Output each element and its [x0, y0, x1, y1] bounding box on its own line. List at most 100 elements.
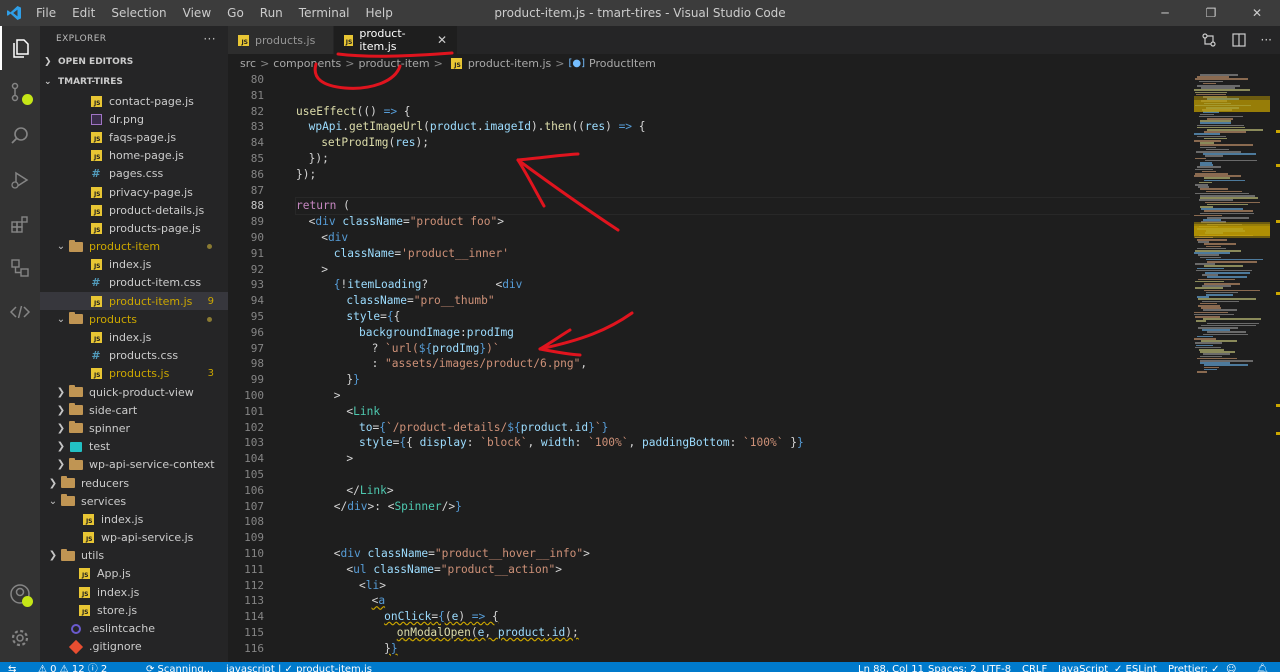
code-lines[interactable]: useEffect(() => { wpApi.getImageUrl(prod… [295, 72, 1190, 657]
tree-item[interactable]: JS index.js [40, 328, 228, 346]
code-line[interactable]: }); [296, 167, 1190, 183]
code-line[interactable]: ? `url(${prodImg})` [296, 341, 1190, 357]
tree-item[interactable]: # pages.css [40, 165, 228, 183]
tree-item[interactable]: JS wp-api-service.js [40, 529, 228, 547]
tree-item[interactable]: ❯ wp-api-service-context [40, 456, 228, 474]
code-line[interactable] [296, 467, 1190, 483]
tree-item[interactable]: JS privacy-page.js [40, 183, 228, 201]
tree-item[interactable]: JS products.js 3 [40, 365, 228, 383]
extensions-activity-button[interactable] [0, 202, 40, 246]
tree-item[interactable]: JS product-item.js 9 [40, 292, 228, 311]
tree-item[interactable]: ⌄ product-item [40, 238, 228, 256]
code-line[interactable]: {!itemLoading? <div [296, 277, 1190, 293]
menu-file[interactable]: File [28, 0, 64, 26]
accounts-activity-button[interactable] [0, 572, 40, 616]
code-line[interactable]: useEffect(() => { [296, 104, 1190, 120]
breadcrumb-symbol[interactable]: ProductItem [589, 57, 656, 70]
code-line[interactable]: <ul className="product__action"> [296, 562, 1190, 578]
code-line[interactable]: > [296, 388, 1190, 404]
explorer-more-button[interactable]: ··· [203, 32, 216, 46]
status-encoding[interactable]: UTF-8 [982, 662, 1011, 672]
menu-selection[interactable]: Selection [103, 0, 174, 26]
code-line[interactable]: <Link [296, 404, 1190, 420]
tree-item[interactable]: JS App.js [40, 565, 228, 583]
tree-item[interactable]: JS home-page.js [40, 147, 228, 165]
code-activity-button[interactable] [0, 290, 40, 334]
close-tab-icon[interactable]: ✕ [437, 33, 447, 47]
more-actions-icon[interactable]: ··· [1261, 33, 1272, 47]
tab-product-item-js[interactable]: JS product-item.js ✕ [334, 26, 458, 54]
tree-item[interactable]: ⌄ services [40, 492, 228, 510]
code-line[interactable] [296, 72, 1190, 88]
menu-go[interactable]: Go [219, 0, 252, 26]
tree-item[interactable]: ❯ quick-product-view [40, 383, 228, 401]
feedback-icon[interactable]: ☺ [1226, 662, 1236, 672]
code-line[interactable]: wpApi.getImageUrl(product.imageId).then(… [296, 119, 1190, 135]
status-cursor-position[interactable]: Ln 88, Col 11 [858, 662, 924, 672]
code-line[interactable] [296, 514, 1190, 530]
code-line[interactable]: className="pro__thumb" [296, 293, 1190, 309]
explorer-activity-button[interactable] [0, 26, 40, 70]
tree-item[interactable]: # product-item.css [40, 274, 228, 292]
menu-terminal[interactable]: Terminal [291, 0, 358, 26]
tree-item[interactable]: JS contact-page.js [40, 92, 228, 110]
tree-item[interactable]: JS product-details.js [40, 201, 228, 219]
code-line[interactable]: }} [296, 641, 1190, 657]
code-line[interactable]: }} [296, 372, 1190, 388]
code-line[interactable] [296, 88, 1190, 104]
tree-item[interactable]: ❯ reducers [40, 474, 228, 492]
code-line[interactable]: > [296, 451, 1190, 467]
status-language-mode[interactable]: JavaScript [1058, 662, 1108, 672]
code-line[interactable]: style={{ [296, 309, 1190, 325]
breadcrumb-src[interactable]: src [240, 57, 256, 70]
code-line[interactable]: : "assets/images/product/6.png", [296, 356, 1190, 372]
project-section[interactable]: ⌄ TMART-TIRES [40, 72, 228, 92]
open-editors-section[interactable]: ❯ OPEN EDITORS [40, 52, 228, 72]
status-problems[interactable]: ⚠ 0 ⚠ 12 ⓘ 2 [38, 662, 107, 672]
code-line[interactable]: backgroundImage:prodImg [296, 325, 1190, 341]
tree-item[interactable]: ⌄ products [40, 310, 228, 328]
tree-item[interactable]: ❯ utils [40, 547, 228, 565]
code-line[interactable]: </div>: <Spinner/>} [296, 499, 1190, 515]
tree-item[interactable]: ❯ spinner [40, 419, 228, 437]
source-control-activity-button[interactable] [0, 70, 40, 114]
code-line[interactable]: > [296, 262, 1190, 278]
tree-item[interactable]: JS products-page.js [40, 219, 228, 237]
tree-item[interactable]: JS index.js [40, 510, 228, 528]
search-activity-button[interactable] [0, 114, 40, 158]
code-line[interactable] [296, 183, 1190, 199]
breadcrumb-product-item[interactable]: product-item [358, 57, 429, 70]
breadcrumb-file[interactable]: product-item.js [468, 57, 551, 70]
code-line[interactable]: style={{ display: `block`, width: `100%`… [296, 435, 1190, 451]
split-editor-icon[interactable] [1231, 32, 1247, 48]
tab-products-js[interactable]: JS products.js [228, 26, 334, 54]
tree-item[interactable]: .eslintcache [40, 619, 228, 637]
tree-item[interactable]: ❯ side-cart [40, 401, 228, 419]
tree-item[interactable]: JS index.js [40, 583, 228, 601]
code-line[interactable]: className='product__inner' [296, 246, 1190, 262]
code-line[interactable]: <div [296, 230, 1190, 246]
code-editor[interactable]: 80 81 82 83 84 85 86 87 88 89 90 91 92 93 94 95 96 97 98 99… [228, 72, 1190, 662]
menu-help[interactable]: Help [358, 0, 401, 26]
tree-item[interactable]: # products.css [40, 347, 228, 365]
code-line[interactable]: }); [296, 151, 1190, 167]
tree-item[interactable]: dr.png [40, 110, 228, 128]
tree-item[interactable]: JS index.js [40, 256, 228, 274]
code-line[interactable]: <div className="product__hover__info"> [296, 546, 1190, 562]
tree-item[interactable]: ❯ test [40, 438, 228, 456]
remote-explorer-activity-button[interactable] [0, 246, 40, 290]
close-window-button[interactable]: ✕ [1234, 0, 1280, 26]
code-line[interactable]: <a [296, 593, 1190, 609]
code-line[interactable]: setProdImg(res); [296, 135, 1190, 151]
run-debug-activity-button[interactable] [0, 158, 40, 202]
status-indentation[interactable]: Spaces: 2 [928, 662, 977, 672]
compare-changes-icon[interactable] [1201, 32, 1217, 48]
code-line[interactable]: onModalOpen(e, product.id); [296, 625, 1190, 641]
remote-indicator-icon[interactable]: ⇆ [8, 662, 16, 672]
code-line[interactable]: <li> [296, 578, 1190, 594]
code-line-current[interactable]: return ( [295, 197, 1190, 216]
restore-button[interactable]: ❐ [1188, 0, 1234, 26]
code-line[interactable]: </Link> [296, 483, 1190, 499]
menu-edit[interactable]: Edit [64, 0, 103, 26]
code-line[interactable]: to={`/product-details/${product.id}`} [296, 420, 1190, 436]
